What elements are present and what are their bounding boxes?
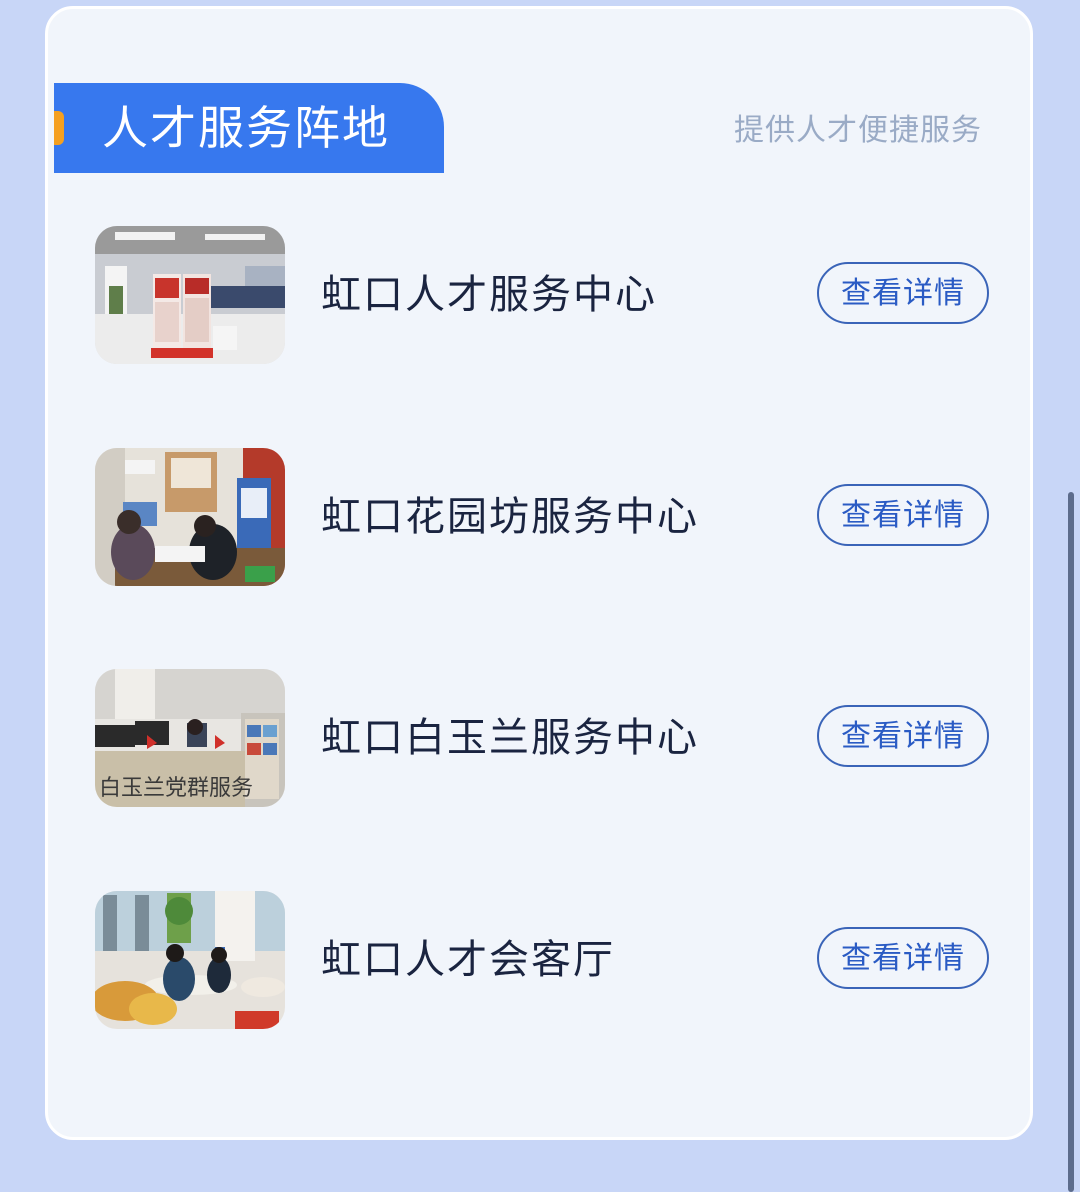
thumbnail-sign-text: 白玉兰党群服务 — [99, 776, 253, 801]
item-title: 虹口人才服务中心 — [321, 272, 657, 318]
section-title: 人才服务阵地 — [102, 101, 390, 155]
view-details-button[interactable]: 查看详情 — [817, 927, 989, 989]
item-photo — [95, 891, 285, 1029]
section-subtitle: 提供人才便捷服务 — [734, 113, 982, 148]
item-photo — [95, 448, 285, 586]
list-item[interactable]: 虹口人才服务中心 查看详情 — [95, 226, 989, 366]
service-card: 人才服务阵地 提供人才便捷服务 虹口人才服务中心 查看详情 虹口花园坊服务中心 … — [45, 6, 1033, 1140]
item-photo — [95, 226, 285, 364]
view-details-button[interactable]: 查看详情 — [817, 262, 989, 324]
view-details-button[interactable]: 查看详情 — [817, 484, 989, 546]
item-title: 虹口白玉兰服务中心 — [321, 715, 699, 761]
item-title: 虹口花园坊服务中心 — [321, 494, 699, 540]
list-item[interactable]: 虹口花园坊服务中心 查看详情 — [95, 448, 989, 588]
item-title: 虹口人才会客厅 — [321, 937, 615, 983]
list-item[interactable]: 虹口人才会客厅 查看详情 — [95, 891, 989, 1031]
section-header-tab: 人才服务阵地 — [54, 83, 444, 173]
item-photo: 白玉兰党群服务 — [95, 669, 285, 807]
section-marker — [54, 111, 64, 145]
view-details-button[interactable]: 查看详情 — [817, 705, 989, 767]
scrollbar[interactable] — [1068, 492, 1074, 1192]
list-item[interactable]: 白玉兰党群服务 虹口白玉兰服务中心 查看详情 — [95, 669, 989, 809]
